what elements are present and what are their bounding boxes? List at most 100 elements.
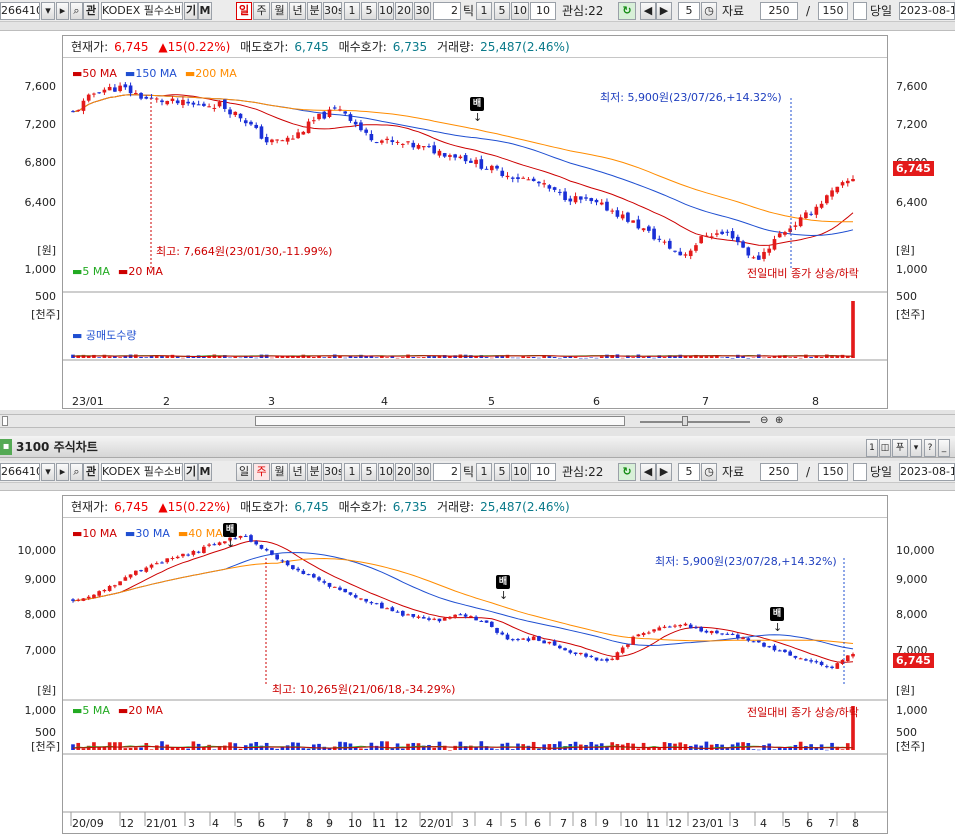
candle-body (610, 658, 615, 660)
tick-input[interactable]: 2 (433, 2, 461, 20)
legend-label: 30 MA (135, 527, 170, 540)
related-button[interactable]: 관 (83, 2, 99, 20)
code-dropdown-button-2[interactable]: ▾ (41, 463, 55, 481)
refresh-button[interactable]: ↻ (618, 2, 636, 20)
period-button-7[interactable]: 5 (361, 2, 377, 20)
candle-body (332, 107, 337, 109)
period-button-8[interactable]: 10 (378, 2, 394, 20)
count-input-2[interactable]: 5 (678, 463, 700, 481)
period-button-10[interactable]: 30 (414, 2, 431, 20)
related-button-2[interactable]: 관 (83, 463, 99, 481)
volume-bar (291, 742, 295, 750)
data-select-2[interactable]: 250 (760, 463, 798, 481)
volume-bar (322, 357, 327, 358)
period-button-10[interactable]: 30 (414, 463, 431, 481)
refresh-button-2[interactable]: ↻ (618, 463, 636, 481)
volume-tick-right: 500 (896, 726, 917, 739)
period-button-0[interactable]: 일 (236, 463, 252, 481)
code-dropdown-button[interactable]: ▾ (41, 2, 55, 20)
tick-count-input[interactable]: 10 (530, 2, 556, 20)
volume-bar (746, 357, 751, 359)
volume-bar (809, 357, 813, 358)
zoom-in-icon[interactable]: ⊕ (775, 415, 787, 427)
max-input[interactable]: 150 (818, 2, 848, 20)
date-input[interactable]: 2023-08-1 (899, 2, 955, 20)
tick-button-1[interactable]: 5 (494, 2, 510, 20)
current-price-box: 6,745 (893, 653, 934, 668)
period-button-1[interactable]: 주 (253, 2, 270, 20)
period-button-6[interactable]: 1 (344, 2, 360, 20)
next-button[interactable]: ▸ (56, 2, 69, 20)
chart1-scrollbar[interactable]: ⊖ ⊕ (0, 414, 955, 428)
candle-body (835, 186, 840, 193)
today-checkbox[interactable] (853, 2, 867, 20)
window-pin-button[interactable]: 푸 (892, 439, 908, 457)
period-button-5[interactable]: 30s (323, 2, 342, 20)
candle-body (793, 225, 798, 227)
period-button-2[interactable]: 월 (271, 463, 288, 481)
candle-body (704, 235, 709, 237)
m-button[interactable]: M (198, 2, 212, 20)
prev-button[interactable]: ◀ (640, 2, 656, 20)
window-minimize-button[interactable]: _ (938, 439, 950, 457)
tick-button-2[interactable]: 10 (511, 2, 529, 20)
gi-button-2[interactable]: 기 (184, 463, 198, 481)
legend-label: 20 MA (128, 704, 163, 717)
period-button-1[interactable]: 주 (253, 463, 270, 481)
legend-swatch: ▬ (117, 265, 129, 278)
period-button-5[interactable]: 30s (323, 463, 342, 481)
gi-button[interactable]: 기 (184, 2, 198, 20)
search-icon[interactable]: ⌕ (70, 2, 83, 20)
window-link-button[interactable]: ◫ (879, 439, 891, 457)
period-button-6[interactable]: 1 (344, 463, 360, 481)
period-button-3[interactable]: 년 (289, 463, 306, 481)
tick-input-2[interactable]: 2 (433, 463, 461, 481)
volume-bar (270, 357, 274, 359)
period-button-9[interactable]: 20 (395, 463, 413, 481)
period-button-4[interactable]: 분 (307, 2, 322, 20)
x-axis-label: 6 (258, 817, 265, 830)
candle-body (259, 544, 264, 549)
next-button-2[interactable]: ▸ (56, 463, 69, 481)
window-setup-button[interactable]: ▾ (910, 439, 922, 457)
candle-body (154, 98, 159, 100)
m-button-2[interactable]: M (198, 463, 212, 481)
period-button-3[interactable]: 년 (289, 2, 306, 20)
legend-label: 5 MA (82, 265, 110, 278)
period-button-2[interactable]: 월 (271, 2, 288, 20)
candle-body (92, 93, 96, 95)
tick-button-0[interactable]: 1 (476, 2, 492, 20)
period-button-9[interactable]: 20 (395, 2, 413, 20)
zoom-out-icon[interactable]: ⊖ (760, 415, 772, 427)
clock-icon[interactable]: ◷ (701, 463, 717, 481)
max-input-2[interactable]: 150 (818, 463, 848, 481)
prev-button-2[interactable]: ◀ (640, 463, 656, 481)
count-input[interactable]: 5 (678, 2, 700, 20)
today-checkbox-2[interactable] (853, 463, 867, 481)
window-help-button[interactable]: ? (924, 439, 936, 457)
period-button-4[interactable]: 분 (307, 463, 322, 481)
tick-count-input-2[interactable]: 10 (530, 463, 556, 481)
volume-bar (400, 357, 405, 358)
data-select[interactable]: 250 (760, 2, 798, 20)
date-input-2[interactable]: 2023-08-1 (899, 463, 955, 481)
tick-button-1[interactable]: 5 (494, 463, 510, 481)
candle-body (332, 586, 337, 588)
tick-button-0[interactable]: 1 (476, 463, 492, 481)
candle-body (175, 100, 180, 104)
window-menu-button[interactable]: 1 (866, 439, 878, 457)
next-page-button-2[interactable]: ▶ (656, 463, 672, 481)
period-button-0[interactable]: 일 (236, 2, 252, 20)
code-input-2[interactable]: 266410 (0, 463, 40, 481)
tick-button-2[interactable]: 10 (511, 463, 529, 481)
period-button-7[interactable]: 5 (361, 463, 377, 481)
code-input[interactable]: 266410 (0, 2, 40, 20)
clock-icon[interactable]: ◷ (701, 2, 717, 20)
next-page-button[interactable]: ▶ (656, 2, 672, 20)
search-icon[interactable]: ⌕ (70, 463, 83, 481)
candle-body (537, 636, 541, 641)
candle-body (400, 610, 405, 616)
price-tick-left: 6,800 (24, 156, 57, 169)
period-button-8[interactable]: 10 (378, 463, 394, 481)
volume-bar (652, 357, 656, 359)
